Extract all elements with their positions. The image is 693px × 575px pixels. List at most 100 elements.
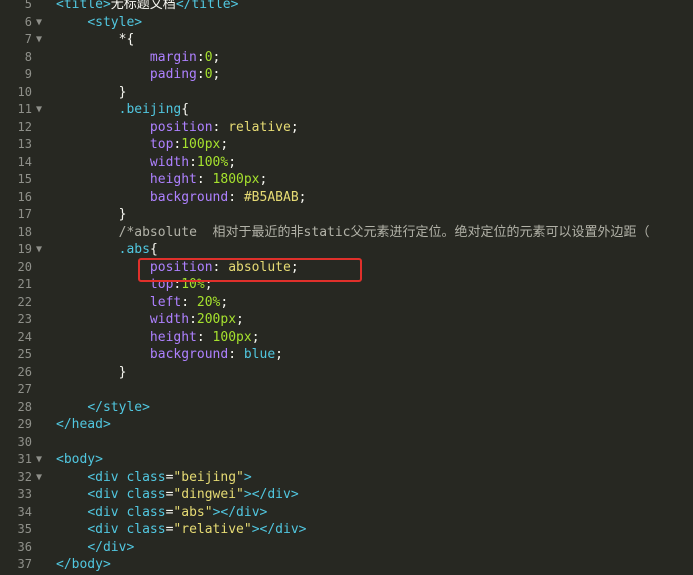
code-token: 10% (181, 277, 205, 292)
fold-toggle-icon[interactable]: ▼ (36, 31, 48, 49)
code-line[interactable]: 16 background: #B5ABAB; (0, 189, 693, 207)
code-line[interactable]: 36 </div> (0, 539, 693, 557)
code-token: 0 (204, 67, 213, 82)
line-number: 5 (24, 0, 32, 11)
code-text: .beijing{ (56, 101, 189, 119)
code-token: } (56, 207, 127, 222)
line-number: 20 (17, 259, 32, 274)
code-line[interactable]: 26 } (0, 364, 693, 382)
code-text: left: 20%; (56, 294, 228, 312)
code-text: background: blue; (56, 346, 283, 364)
code-token: : (212, 119, 229, 135)
code-line[interactable]: 12 position: relative; (0, 119, 693, 137)
fold-toggle-icon[interactable]: ▼ (36, 101, 48, 119)
code-line[interactable]: 28 </style> (0, 399, 693, 417)
code-line[interactable]: 6 ▼ <style> (0, 14, 693, 32)
code-token: ; (212, 49, 221, 65)
code-line[interactable]: 5 <title>无标题文档</title> (0, 0, 693, 14)
line-number: 23 (17, 312, 32, 326)
code-token: </style> (87, 399, 150, 415)
code-text: </div> (56, 539, 134, 557)
code-line[interactable]: 25 background: blue; (0, 346, 693, 364)
line-number: 8 (24, 49, 32, 64)
code-lines: 5 <title>无标题文档</title> 6 ▼ <style> 7 ▼ *{8 ma… (0, 0, 693, 574)
line-number: 16 (17, 189, 32, 204)
code-text: <title>无标题文档</title> (56, 0, 238, 14)
code-line[interactable]: 7 ▼ *{ (0, 31, 693, 49)
fold-toggle-icon[interactable]: ▼ (36, 469, 48, 487)
code-line[interactable]: 11 ▼ .beijing{ (0, 101, 693, 119)
line-number: 19 (17, 242, 32, 256)
code-line[interactable]: 21 top:10%; (0, 276, 693, 294)
code-token: : (196, 172, 213, 187)
code-line[interactable]: 23 width:200px; (0, 311, 693, 329)
code-token: > (243, 469, 252, 485)
code-token: position (149, 259, 213, 275)
code-line[interactable]: 35 <div class="relative"></div> (0, 521, 693, 539)
code-text: <div class="abs"></div> (56, 504, 267, 522)
code-token: absolute (228, 259, 291, 275)
code-line[interactable]: 32 ▼ <div class="beijing"> (0, 469, 693, 487)
code-line[interactable]: 22 left: 20%; (0, 294, 693, 312)
code-token: <style> (87, 14, 143, 30)
code-token: 100% (196, 154, 229, 170)
code-token: ; (212, 67, 221, 82)
code-token: ; (228, 154, 237, 170)
code-token: /*absolute 相对于最近的非static父元素进行定位。绝对定位的元素可… (118, 224, 650, 240)
code-line[interactable]: 37 </body> (0, 556, 693, 574)
code-line[interactable]: 9 pading:0; (0, 66, 693, 84)
code-line[interactable]: 27 (0, 381, 693, 399)
code-token: .beijing (118, 102, 182, 117)
code-line[interactable]: 30 (0, 434, 693, 452)
code-token: ; (290, 119, 299, 135)
code-token: left (149, 294, 182, 310)
code-text: </head> (56, 416, 111, 434)
code-line[interactable]: 33 <div class="dingwei"></div> (0, 486, 693, 504)
code-text: top:10%; (56, 276, 213, 294)
code-token: ; (251, 329, 260, 345)
code-token: 20% (196, 294, 221, 310)
fold-toggle-icon[interactable]: ▼ (36, 241, 48, 259)
code-line[interactable]: 34 <div class="abs"></div> (0, 504, 693, 522)
code-line[interactable]: 29 </head> (0, 416, 693, 434)
code-token: { (149, 242, 158, 257)
code-token: ; (290, 259, 299, 275)
line-number: 32 (17, 469, 32, 484)
code-text: margin:0; (56, 49, 220, 67)
code-text: /*absolute 相对于最近的非static父元素进行定位。绝对定位的元素可… (56, 224, 650, 242)
line-number: 30 (17, 434, 32, 449)
code-line[interactable]: 13 top:100px; (0, 136, 693, 154)
code-token: 100px (212, 329, 252, 345)
fold-toggle-icon[interactable]: ▼ (36, 451, 48, 469)
code-token: 100px (181, 137, 221, 152)
code-editor[interactable]: 5 <title>无标题文档</title> 6 ▼ <style> 7 ▼ *{8 ma… (0, 0, 693, 575)
line-number: 34 (17, 504, 32, 519)
line-number: 25 (17, 347, 32, 361)
code-token: : (196, 329, 213, 345)
fold-toggle-icon[interactable]: ▼ (36, 14, 48, 32)
code-token: ; (298, 189, 307, 205)
code-token: position (149, 119, 213, 135)
code-line[interactable]: 15 height: 1800px; (0, 171, 693, 189)
code-line[interactable]: 10 } (0, 84, 693, 102)
code-line[interactable]: 24 height: 100px; (0, 329, 693, 347)
code-line[interactable]: 18 /*absolute 相对于最近的非static父元素进行定位。绝对定位的… (0, 224, 693, 242)
code-text: width:200px; (56, 311, 244, 329)
code-line[interactable]: 14 width:100%; (0, 154, 693, 172)
line-number: 12 (17, 119, 32, 134)
code-line[interactable]: 8 margin:0; (0, 49, 693, 67)
code-line[interactable]: 20 position: absolute; (0, 259, 693, 277)
line-number: 27 (17, 382, 32, 396)
code-line[interactable]: 19 ▼ .abs{ (0, 241, 693, 259)
code-text: position: relative; (56, 119, 299, 137)
code-token: <div (87, 522, 127, 537)
code-line[interactable]: 31 ▼ <body> (0, 451, 693, 469)
code-token: <body> (56, 452, 103, 467)
code-line[interactable]: 17 } (0, 206, 693, 224)
